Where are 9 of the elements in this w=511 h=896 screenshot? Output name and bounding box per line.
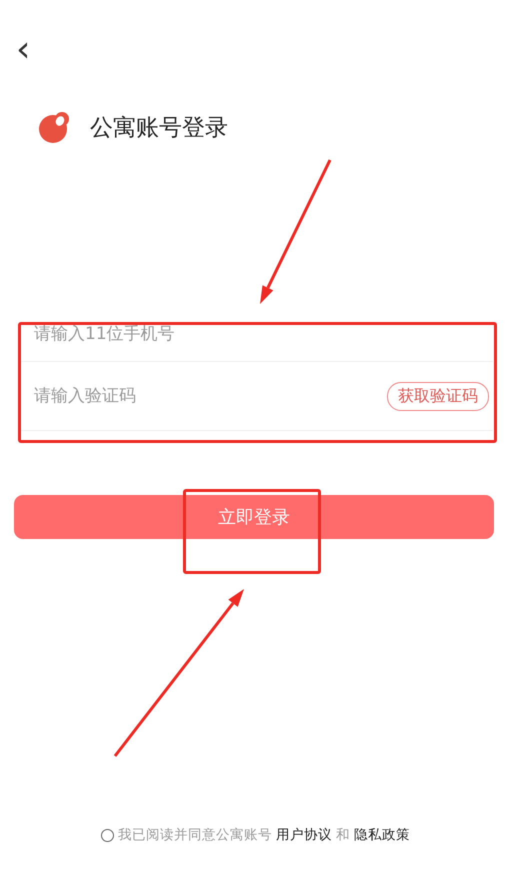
- agreement-text: 我已阅读并同意公寓账号: [118, 826, 272, 844]
- page-title: 公寓账号登录: [90, 114, 228, 142]
- agree-checkbox[interactable]: [101, 828, 114, 842]
- agreement-link[interactable]: 用户协议: [276, 826, 332, 844]
- agreement-text: 和: [336, 826, 350, 844]
- get-code-button[interactable]: 获取验证码: [387, 382, 489, 410]
- back-button[interactable]: ‹: [16, 30, 36, 70]
- logo-icon: [38, 110, 72, 144]
- agreement-link[interactable]: 隐私政策: [354, 826, 410, 844]
